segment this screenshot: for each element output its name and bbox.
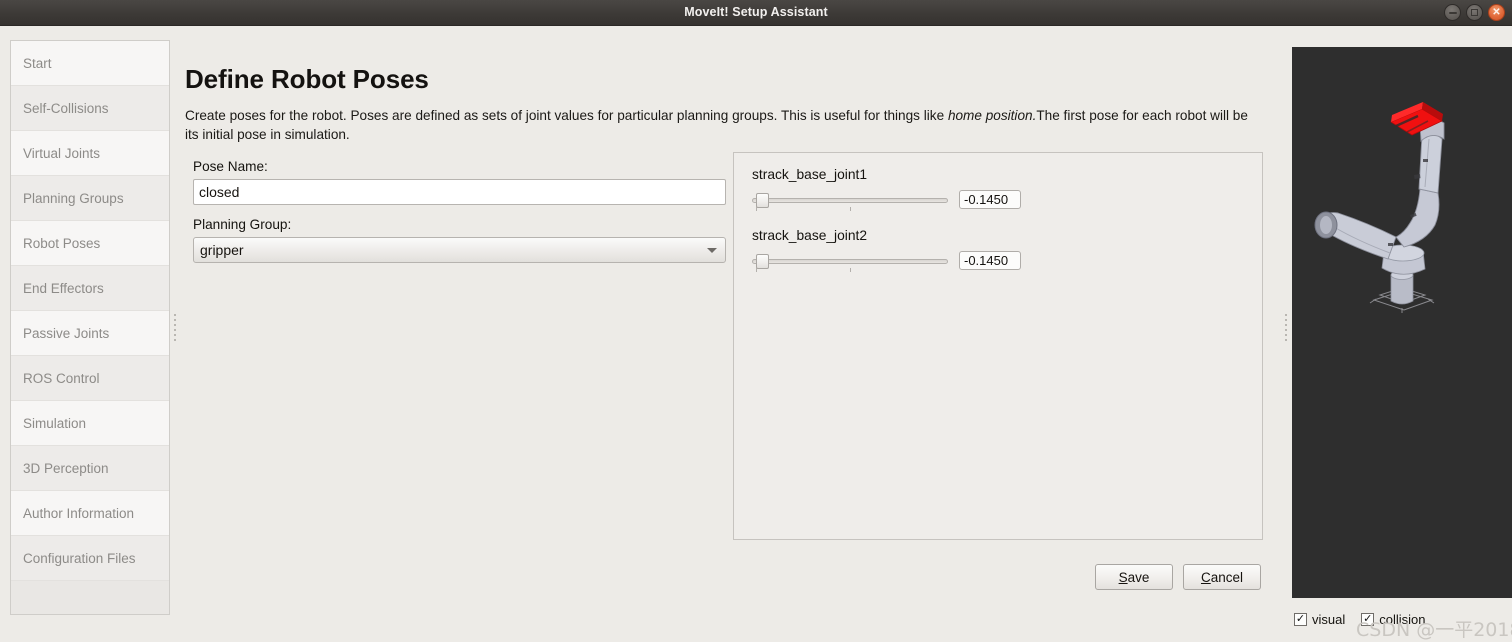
sidebar-item-configuration-files[interactable]: Configuration Files [11,536,169,581]
sidebar-empty-area [11,581,169,614]
sidebar-item-end-effectors[interactable]: End Effectors [11,266,169,311]
view-splitter-handle[interactable] [1281,40,1291,615]
sidebar-item-label: ROS Control [23,371,100,386]
joint-name-label: strack_base_joint2 [752,228,868,243]
sidebar-item-label: Robot Poses [23,236,101,251]
visual-checkbox[interactable]: ✓ visual [1294,612,1345,627]
sidebar-splitter-handle[interactable] [170,40,180,615]
close-button[interactable]: ✕ [1488,4,1505,21]
joint-name-label: strack_base_joint1 [752,167,868,182]
joint-controls: -0.1450 [752,251,1262,272]
save-label-rest: ave [1127,569,1150,585]
minimize-button[interactable] [1444,4,1461,21]
planning-group-label: Planning Group: [193,217,292,232]
splitter-grip-icon [174,314,176,341]
checkbox-box[interactable]: ✓ [1361,613,1375,626]
sidebar-item-label: Configuration Files [23,551,136,566]
description-emphasis: home position. [947,108,1037,123]
sidebar-item-label: Virtual Joints [23,146,101,161]
check-icon: ✓ [1295,613,1306,625]
slider-groove [752,198,948,203]
slider-handle[interactable] [756,193,769,208]
sidebar-item-self-collisions[interactable]: Self-Collisions [11,86,169,131]
slider-tick [850,207,851,211]
maximize-icon [1471,9,1478,16]
sidebar-item-label: Start [23,56,52,71]
sidebar-item-label: Passive Joints [23,326,110,341]
sidebar-item-simulation[interactable]: Simulation [11,401,169,446]
page-description: Create poses for the robot. Poses are de… [185,106,1263,144]
action-buttons: Save Cancel [1095,564,1261,590]
sidebar-item-start[interactable]: Start [11,41,169,86]
cancel-button[interactable]: Cancel [1183,564,1261,590]
sidebar-item-label: Author Information [23,506,135,521]
joint-row: strack_base_joint1 -0.1450 [734,153,1262,211]
checkbox-box[interactable]: ✓ [1294,613,1307,626]
cancel-label-rest: ancel [1210,569,1244,585]
main-content: Define Robot Poses Create poses for the … [185,40,1277,615]
collision-checkbox-label: collision [1379,612,1426,627]
pose-name-label: Pose Name: [193,159,268,174]
save-accelerator: S [1118,569,1128,585]
window-title-bar: MoveIt! Setup Assistant ✕ [0,0,1512,26]
window-title: MoveIt! Setup Assistant [684,5,828,19]
chevron-down-icon [707,248,717,253]
description-text-part1: Create poses for the robot. Poses are de… [185,108,948,123]
sidebar-item-label: 3D Perception [23,461,109,476]
splitter-grip-icon [1285,314,1287,341]
sidebar-item-passive-joints[interactable]: Passive Joints [11,311,169,356]
minimize-icon [1448,11,1457,14]
joint-value-spinbox[interactable]: -0.1450 [959,190,1021,209]
planning-group-field: Planning Group: gripper [193,217,734,263]
slider-handle[interactable] [756,254,769,269]
sidebar-item-author-information[interactable]: Author Information [11,491,169,536]
slider-tick [756,207,757,211]
visual-checkbox-label: visual [1312,612,1346,627]
joint-slider[interactable] [752,253,948,272]
joint-row: strack_base_joint2 -0.1450 [734,210,1262,272]
pose-form: Pose Name: Planning Group: gripper [193,159,734,263]
joint-values-panel: strack_base_joint1 -0.1450 strack_base_j… [733,152,1263,540]
sidebar-item-label: End Effectors [23,281,104,296]
sidebar-item-label: Simulation [23,416,87,431]
sidebar-item-robot-poses[interactable]: Robot Poses [11,221,169,266]
maximize-button[interactable] [1466,4,1483,21]
joint-slider[interactable] [752,192,948,211]
collision-checkbox[interactable]: ✓ collision [1361,612,1426,627]
robot-model-render [1314,102,1445,313]
sidebar-item-virtual-joints[interactable]: Virtual Joints [11,131,169,176]
planning-group-selected-value: gripper [200,242,244,258]
sidebar-item-planning-groups[interactable]: Planning Groups [11,176,169,221]
sidebar-item-label: Planning Groups [23,191,124,206]
joint-controls: -0.1450 [752,190,1262,211]
robot-3d-view[interactable] [1292,47,1512,598]
sidebar-item-label: Self-Collisions [23,101,109,116]
workspace: Start Self-Collisions Virtual Joints Pla… [0,26,1512,641]
planning-group-select[interactable]: gripper [193,237,726,263]
window-controls: ✕ [1444,4,1505,21]
close-icon: ✕ [1492,6,1501,18]
view-options: ✓ visual ✓ collision [1294,612,1426,627]
sidebar-item-ros-control[interactable]: ROS Control [11,356,169,401]
navigation-sidebar: Start Self-Collisions Virtual Joints Pla… [10,40,170,615]
slider-tick [756,268,757,272]
save-button[interactable]: Save [1095,564,1173,590]
pose-name-input[interactable] [193,179,726,205]
check-icon: ✓ [1363,613,1373,625]
slider-groove [752,259,948,264]
slider-tick [850,268,851,272]
page-title: Define Robot Poses [185,64,429,94]
joint-value-spinbox[interactable]: -0.1450 [959,251,1021,270]
cancel-accelerator: C [1200,569,1211,585]
sidebar-item-3d-perception[interactable]: 3D Perception [11,446,169,491]
